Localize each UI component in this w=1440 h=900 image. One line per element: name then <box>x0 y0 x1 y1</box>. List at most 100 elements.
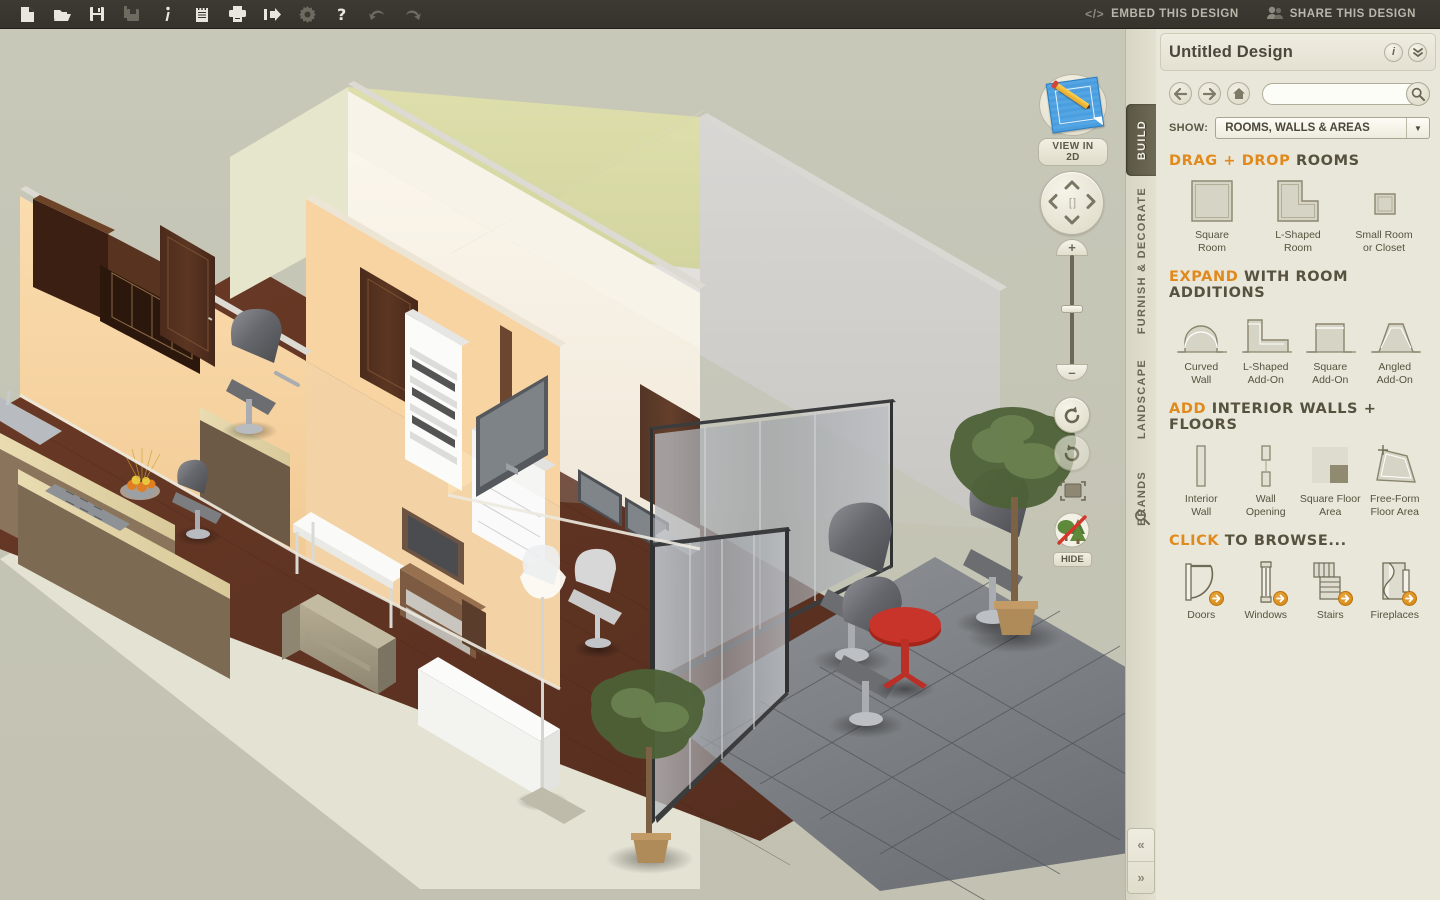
rail-tab-landscape[interactable]: LANDSCAPE <box>1126 344 1157 454</box>
embed-design-button[interactable]: </> EMBED THIS DESIGN <box>1071 0 1253 29</box>
nav-home-button[interactable] <box>1227 82 1250 105</box>
item-l-shaped-addon[interactable]: L-Shaped Add-On <box>1234 310 1299 387</box>
rail-tab-build[interactable]: BUILD <box>1126 104 1157 176</box>
nav-forward-button[interactable] <box>1198 82 1221 105</box>
stairs-browse-badge[interactable] <box>1337 591 1353 606</box>
notes-icon[interactable] <box>185 1 219 28</box>
zoom-slider-control[interactable]: + – <box>1056 239 1088 381</box>
pan-center-button[interactable]: [ ] <box>1069 197 1076 209</box>
fireplaces-browse-badge[interactable] <box>1402 591 1417 606</box>
zoom-out-button[interactable]: – <box>1056 364 1088 381</box>
section-click-to-browse: CLICK TO BROWSE... Doors Windows Stairs … <box>1156 519 1440 622</box>
open-folder-icon[interactable] <box>45 1 79 28</box>
doors-icon[interactable] <box>1169 558 1234 606</box>
share-design-button[interactable]: SHARE THIS DESIGN <box>1253 0 1430 29</box>
square-room-icon[interactable] <box>1169 178 1255 224</box>
section-header-additions: EXPAND WITH ROOM ADDITIONS <box>1169 269 1349 301</box>
item-label-interior-wall: Interior Wall <box>1184 493 1218 518</box>
square-addon-icon[interactable] <box>1298 310 1363 356</box>
panel-info-button[interactable]: i <box>1384 42 1403 62</box>
pan-up-button[interactable] <box>1064 178 1080 193</box>
settings-gear-icon[interactable] <box>290 1 324 28</box>
hide-trees-toggle[interactable]: HIDE <box>1053 511 1092 567</box>
pan-dpad-control[interactable]: [ ] <box>1040 171 1104 235</box>
info-icon[interactable] <box>150 1 184 28</box>
item-interior-wall[interactable]: Interior Wall <box>1169 442 1234 519</box>
rail-tab-furnish-decorate[interactable]: FURNISH & DECORATE <box>1126 181 1157 341</box>
hide-label[interactable]: HIDE <box>1053 552 1092 567</box>
zoom-in-button[interactable]: + <box>1056 239 1088 256</box>
item-doors[interactable]: Doors <box>1169 558 1234 622</box>
item-free-form-floor-area[interactable]: Free-Form Floor Area <box>1363 442 1428 519</box>
item-l-shaped-room[interactable]: L-Shaped Room <box>1255 178 1341 255</box>
panel-header: Untitled Design i <box>1160 33 1436 71</box>
hide-trees-icon[interactable] <box>1053 511 1091 549</box>
section-header-browse: CLICK TO BROWSE... <box>1169 533 1347 549</box>
section-header-interior: ADD INTERIOR WALLS + FLOORS <box>1169 401 1377 433</box>
section-interior-walls-floors: ADD INTERIOR WALLS + FLOORS Interior Wall… <box>1156 387 1440 519</box>
item-square-addon[interactable]: Square Add-On <box>1298 310 1363 387</box>
wall-opening-icon[interactable] <box>1234 442 1299 488</box>
doors-browse-badge[interactable] <box>1208 591 1224 606</box>
collapse-prev-button[interactable]: « <box>1128 829 1154 862</box>
free-form-floor-area-icon[interactable] <box>1363 442 1428 488</box>
view-in-2d-label[interactable]: VIEW IN 2D <box>1038 138 1108 166</box>
item-label-stairs: Stairs <box>1316 609 1344 621</box>
share-people-icon <box>1266 6 1283 23</box>
collapse-next-button[interactable]: » <box>1128 862 1154 894</box>
angled-addon-icon[interactable] <box>1363 310 1428 356</box>
l-shaped-room-icon[interactable] <box>1255 178 1341 224</box>
stairs-icon[interactable] <box>1298 558 1363 606</box>
windows-icon[interactable] <box>1234 558 1299 606</box>
pan-down-button[interactable] <box>1064 213 1080 228</box>
save-icon[interactable] <box>80 1 114 28</box>
item-angled-addon[interactable]: Angled Add-On <box>1363 310 1428 387</box>
blueprint-2d-icon[interactable] <box>1039 74 1107 136</box>
item-fireplaces[interactable]: Fireplaces <box>1363 558 1428 622</box>
windows-browse-badge[interactable] <box>1273 591 1288 606</box>
l-shaped-addon-icon[interactable] <box>1234 310 1299 356</box>
fit-to-screen-button[interactable] <box>1058 479 1088 503</box>
item-label-curved-wall: Curved Wall <box>1184 361 1219 386</box>
share-design-label: SHARE THIS DESIGN <box>1289 8 1416 20</box>
redo-icon[interactable] <box>395 1 429 28</box>
item-curved-wall[interactable]: Curved Wall <box>1169 310 1234 387</box>
new-document-icon[interactable] <box>10 1 44 28</box>
pan-left-button[interactable] <box>1048 194 1058 213</box>
chevron-down-icon[interactable]: ▼ <box>1406 118 1429 138</box>
panel-collapse-button[interactable] <box>1408 42 1427 62</box>
square-floor-area-icon[interactable] <box>1298 442 1363 488</box>
item-label-l-shaped-room: L-Shaped Room <box>1275 229 1321 254</box>
item-square-room[interactable]: Square Room <box>1169 178 1255 255</box>
rotate-left-button[interactable] <box>1054 397 1090 433</box>
design-canvas-3d[interactable]: VIEW IN 2D [ ] + – HIDE <box>0 29 1155 900</box>
view-in-2d-control[interactable]: VIEW IN 2D <box>1038 74 1108 166</box>
export-icon[interactable] <box>255 1 289 28</box>
show-filter-select[interactable]: ROOMS, WALLS & AREAS ▼ <box>1215 117 1430 139</box>
panel-search-input[interactable] <box>1262 82 1430 105</box>
isometric-floorplan-scene <box>0 29 1155 900</box>
fireplaces-icon[interactable] <box>1363 558 1428 606</box>
item-stairs[interactable]: Stairs <box>1298 558 1363 622</box>
panel-search-wrap <box>1262 81 1430 106</box>
rotate-right-button[interactable] <box>1054 435 1090 471</box>
small-room-icon[interactable] <box>1341 178 1427 224</box>
curved-wall-icon[interactable] <box>1169 310 1234 356</box>
zoom-handle[interactable] <box>1061 305 1083 313</box>
design-title: Untitled Design <box>1169 42 1294 61</box>
save-as-icon[interactable] <box>115 1 149 28</box>
rail-search-icon[interactable] <box>1126 509 1157 525</box>
panel-search-button[interactable] <box>1406 81 1430 106</box>
help-icon[interactable]: ? <box>325 1 359 28</box>
print-icon[interactable] <box>220 1 254 28</box>
item-square-floor-area[interactable]: Square Floor Area <box>1298 442 1363 519</box>
interior-wall-icon[interactable] <box>1169 442 1234 488</box>
show-filter-row: SHOW: ROOMS, WALLS & AREAS ▼ <box>1156 105 1440 139</box>
rail-tab-brands[interactable]: BRANDS <box>1126 457 1157 539</box>
nav-back-button[interactable] <box>1169 82 1192 105</box>
pan-right-button[interactable] <box>1086 194 1096 213</box>
undo-icon[interactable] <box>360 1 394 28</box>
item-windows[interactable]: Windows <box>1234 558 1299 622</box>
item-small-room[interactable]: Small Room or Closet <box>1341 178 1427 255</box>
item-wall-opening[interactable]: Wall Opening <box>1234 442 1299 519</box>
